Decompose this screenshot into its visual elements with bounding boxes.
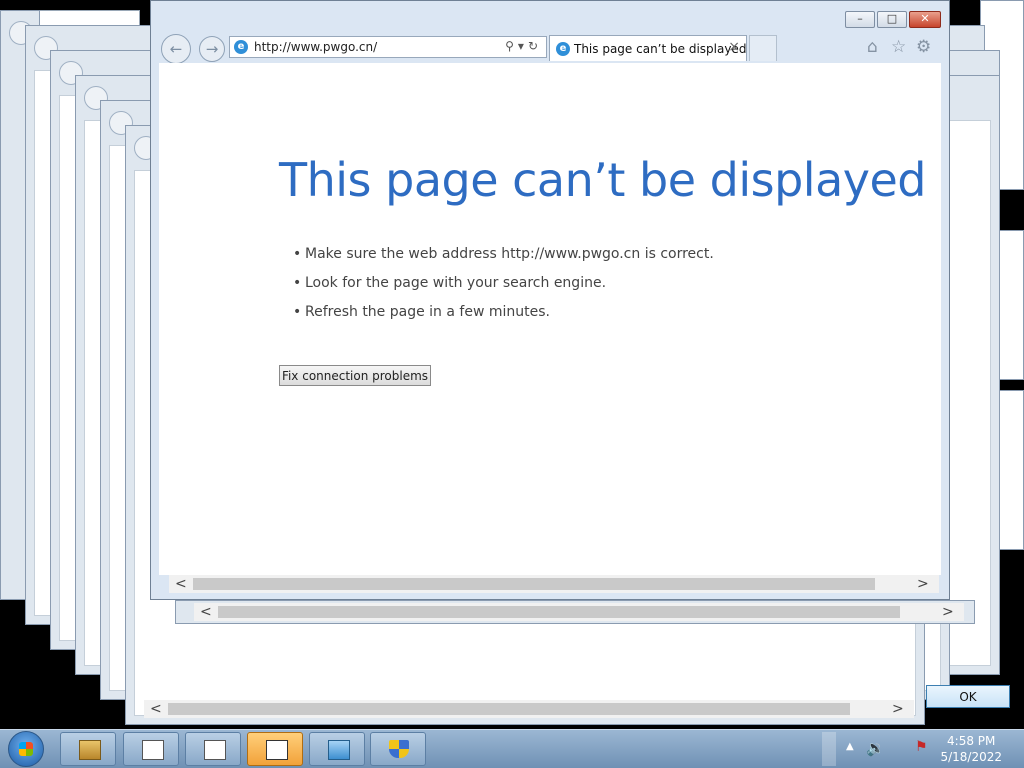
page-title: This page can’t be displayed	[279, 153, 927, 207]
scroll-left-icon[interactable]: <	[150, 700, 162, 718]
window-icon	[266, 740, 288, 760]
background-window-frame: < >	[175, 600, 975, 624]
network-error-icon[interactable]: ⚑	[915, 739, 928, 755]
taskbar-item-control-panel[interactable]	[309, 732, 365, 766]
page-content: This page can’t be displayed Make sure t…	[159, 63, 941, 575]
address-url[interactable]: http://www.pwgo.cn/	[254, 40, 377, 54]
address-bar[interactable]: e http://www.pwgo.cn/ ⚲▾↻	[229, 36, 547, 58]
list-item: Refresh the page in a few minutes.	[293, 304, 550, 320]
shield-icon	[389, 740, 409, 758]
scroll-right-icon[interactable]: >	[892, 700, 904, 718]
horizontal-scrollbar[interactable]: < >	[169, 575, 939, 593]
home-icon[interactable]: ⌂	[867, 37, 878, 57]
list-item: Look for the page with your search engin…	[293, 275, 606, 291]
minimize-button[interactable]: –	[845, 11, 875, 28]
fix-connection-button[interactable]: Fix connection problems	[279, 365, 431, 386]
scroll-right-icon[interactable]: >	[942, 603, 954, 621]
clock-time: 4:58 PM	[947, 734, 996, 748]
browser-window: – □ ✕ ← → e http://www.pwgo.cn/ ⚲▾↻ e Th…	[150, 0, 950, 600]
scrollbar-thumb[interactable]	[168, 703, 850, 715]
close-tab-icon[interactable]: ×	[728, 39, 740, 55]
folder-icon	[204, 740, 226, 760]
horizontal-scrollbar[interactable]: < >	[144, 700, 914, 718]
folder-icon	[142, 740, 164, 760]
taskbar-item-folder[interactable]	[185, 732, 241, 766]
taskbar-item-active-window[interactable]	[247, 732, 303, 766]
new-tab-button[interactable]	[749, 35, 777, 61]
start-button[interactable]	[8, 731, 44, 767]
taskbar: ▲ 🔉 ⚑ 4:58 PM 5/18/2022	[0, 729, 1024, 768]
ok-button[interactable]: OK	[926, 685, 1010, 708]
favorites-icon[interactable]: ☆	[891, 37, 906, 57]
show-hidden-icons-icon[interactable]: ▲	[846, 741, 854, 752]
toolbox-icon	[79, 740, 101, 760]
scrollbar-thumb[interactable]	[218, 606, 900, 618]
horizontal-scrollbar[interactable]: < >	[194, 603, 964, 621]
control-panel-icon	[328, 740, 350, 760]
forward-button[interactable]: →	[199, 36, 225, 62]
tab-current[interactable]: e This page can’t be displayed ×	[549, 35, 747, 61]
taskbar-item-folder[interactable]	[123, 732, 179, 766]
tray-separator	[822, 732, 836, 766]
ie-icon: e	[234, 40, 248, 54]
scroll-left-icon[interactable]: <	[200, 603, 212, 621]
scrollbar-thumb[interactable]	[193, 578, 875, 590]
clock[interactable]: 4:58 PM 5/18/2022	[940, 733, 1002, 765]
list-item: Make sure the web address http://www.pwg…	[293, 246, 714, 262]
clock-date: 5/18/2022	[940, 750, 1002, 764]
scroll-left-icon[interactable]: <	[175, 575, 187, 593]
search-refresh-icon[interactable]: ⚲▾↻	[505, 39, 542, 53]
maximize-button[interactable]: □	[877, 11, 907, 28]
taskbar-item-security[interactable]	[370, 732, 426, 766]
scroll-right-icon[interactable]: >	[917, 575, 929, 593]
gear-icon[interactable]: ⚙	[916, 37, 931, 57]
taskbar-item-tools[interactable]	[60, 732, 116, 766]
close-button[interactable]: ✕	[909, 11, 941, 28]
back-button[interactable]: ←	[161, 34, 191, 64]
volume-icon[interactable]: 🔉	[866, 739, 885, 757]
windows-logo-icon	[19, 742, 33, 756]
ie-icon: e	[556, 42, 570, 56]
tab-title: This page can’t be displayed	[574, 42, 747, 56]
